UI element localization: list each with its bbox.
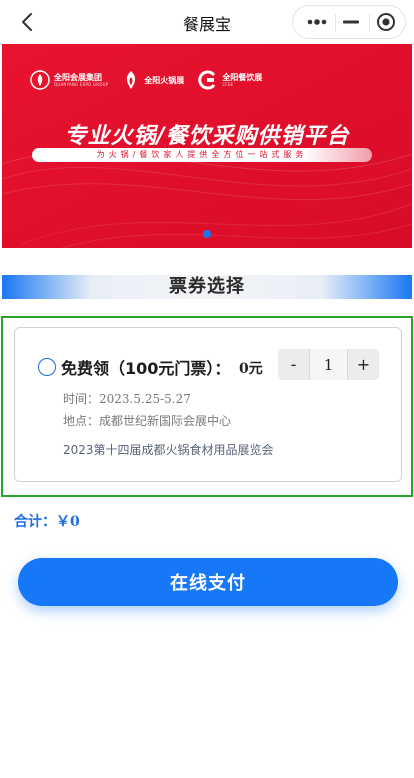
section-title: 票券选择: [169, 276, 245, 297]
logo-catering-expo: 全阳餐饮展 CFEE: [198, 70, 262, 90]
ticket-card[interactable]: 免费领（100元门票）： 0元 - 1 + 时间：2023.5.25-5.27 …: [14, 327, 402, 482]
carousel-dot-active[interactable]: [203, 230, 211, 238]
top-navbar: 餐展宝: [0, 0, 414, 44]
banner-logo-row: 全阳会展集团 QUANYANG EXPO GROUP 全阳火锅展 全阳餐饮展 C…: [30, 70, 262, 90]
ticket-price: 0元: [239, 361, 263, 377]
logo-quanyang-group: 全阳会展集团 QUANYANG EXPO GROUP: [30, 70, 108, 90]
total-label: 合计：: [14, 514, 56, 530]
section-header: 票券选择: [2, 275, 412, 299]
quantity-stepper: - 1 +: [278, 349, 379, 380]
logo-hotpot-expo: 全阳火锅展: [122, 70, 184, 90]
target-close-icon[interactable]: [369, 6, 403, 38]
minimize-icon[interactable]: [335, 6, 367, 38]
online-pay-button[interactable]: 在线支付: [18, 558, 398, 606]
increment-button[interactable]: +: [348, 349, 379, 380]
more-dots-icon[interactable]: [299, 6, 335, 38]
total-amount: ￥0: [56, 514, 80, 530]
mini-program-capsule: [292, 5, 406, 39]
c-logo-icon: [198, 70, 216, 90]
time-value: 2023.5.25-5.27: [99, 392, 191, 406]
place-value: 成都世纪新国际会展中心: [99, 414, 232, 428]
total-row: 合计：￥0: [14, 511, 80, 531]
promo-banner[interactable]: 全阳会展集团 QUANYANG EXPO GROUP 全阳火锅展 全阳餐饮展 C…: [2, 44, 412, 248]
ticket-radio-button[interactable]: [38, 358, 56, 376]
banner-subline: 为火锅/餐饮家人提供全方位一站式服务: [32, 148, 372, 162]
time-label: 时间：: [63, 392, 100, 406]
ticket-name: 免费领（100元门票）：: [61, 359, 231, 378]
ticket-time-row: 时间：2023.5.25-5.27: [63, 390, 191, 407]
banner-headline: 专业火锅/餐饮采购供销平台: [64, 124, 350, 149]
ticket-place-row: 地点：成都世纪新国际会展中心: [63, 412, 231, 429]
flame-logo-icon: [30, 70, 50, 90]
expo-name: 2023第十四届成都火锅食材用品展览会: [63, 443, 274, 457]
place-label: 地点：: [63, 414, 100, 428]
hotpot-logo-icon: [127, 71, 136, 89]
carousel-indicator: [2, 230, 412, 238]
quantity-value[interactable]: 1: [309, 349, 348, 380]
decrement-button[interactable]: -: [278, 349, 309, 380]
